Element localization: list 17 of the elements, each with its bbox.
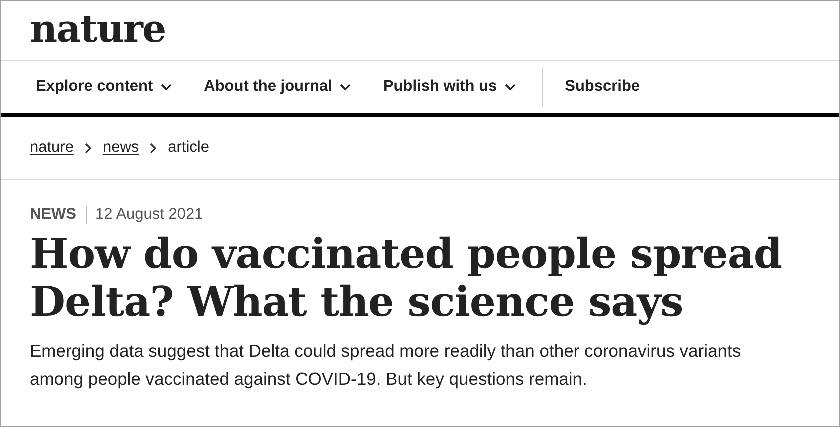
- article-type: NEWS: [30, 206, 76, 224]
- article-date: 12 August 2021: [96, 206, 204, 224]
- article-summary: Emerging data suggest that Delta could spread more readily than other coronavirus variants among people vaccinated against COVID-19. But key questions remain.: [30, 340, 742, 391]
- article-title: How do vaccinated people spread Delta? What the science says: [30, 230, 784, 326]
- nav-menu-button[interactable]: Publish with us: [377, 77, 542, 97]
- breadcrumb-link[interactable]: nature: [30, 139, 74, 157]
- chevron-down-icon: [161, 84, 172, 90]
- breadcrumb-link[interactable]: news: [102, 139, 140, 157]
- nav-menu-button[interactable]: About the journal: [198, 77, 378, 97]
- chevron-right-icon: [150, 142, 158, 154]
- breadcrumb-current: article: [168, 139, 210, 157]
- nav-menu-button[interactable]: Explore content: [30, 77, 198, 97]
- chevron-down-icon: [505, 84, 516, 90]
- chevron-down-icon: [340, 84, 352, 90]
- nav-link[interactable]: Subscribe: [559, 77, 666, 97]
- nature-logo[interactable]: nature: [1, 1, 166, 53]
- chevron-right-icon: [84, 142, 92, 154]
